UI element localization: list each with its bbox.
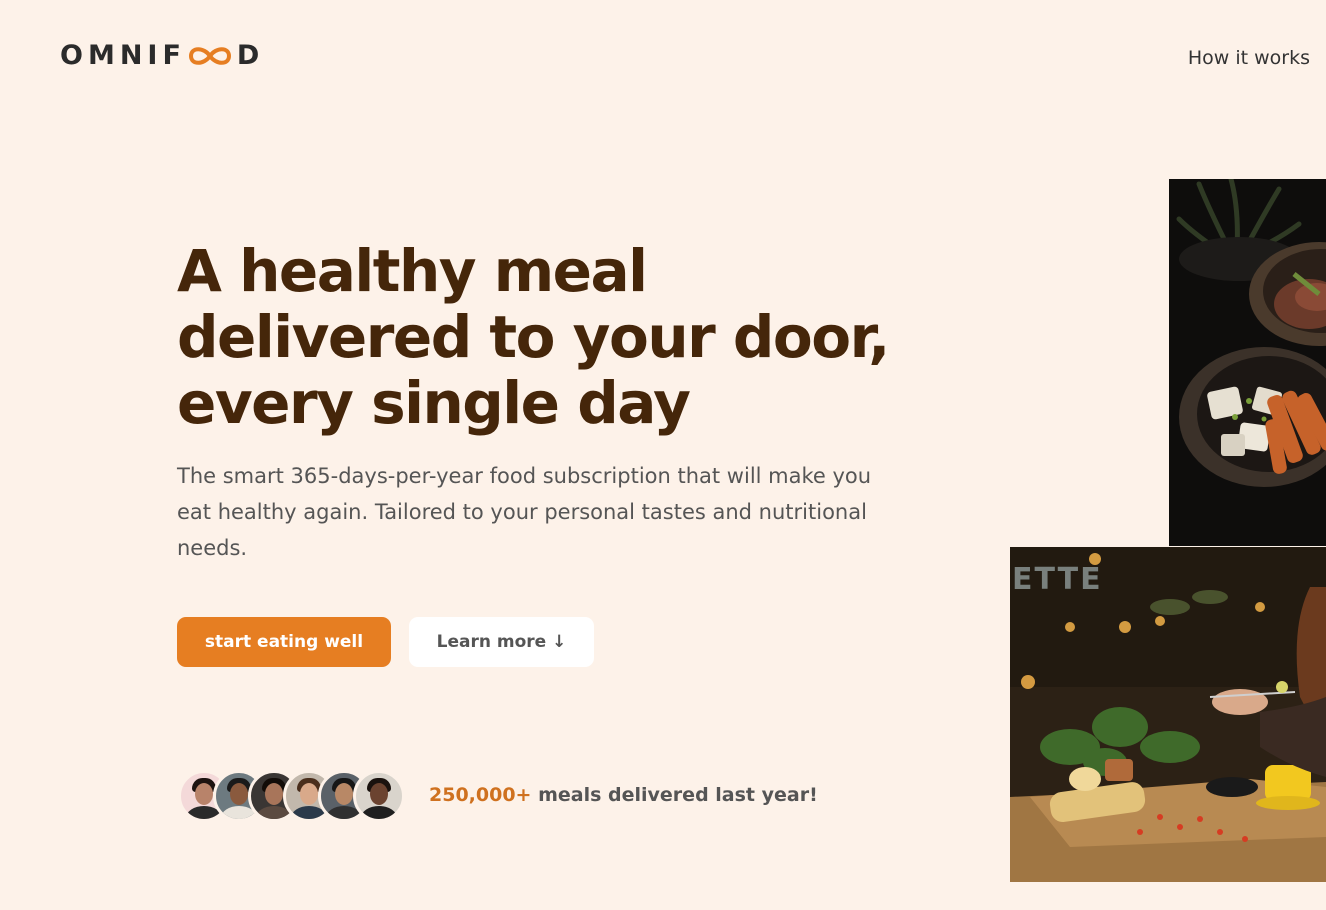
meals-delivered-text: 250,000+ meals delivered last year! [429, 784, 818, 806]
hero-title-line-3: every single day [177, 369, 691, 437]
meals-delivered-label: meals delivered last year! [531, 784, 818, 806]
food-bowls-photo [1169, 179, 1326, 546]
site-header: OMNIF D How it works [0, 0, 1326, 118]
logo-text-start: OMNIF [60, 40, 186, 71]
learn-more-button[interactable]: Learn more ↓ [409, 617, 594, 667]
meals-delivered-count: 250,000+ [429, 784, 532, 806]
hero-title-line-2: delivered to your door, [177, 303, 890, 371]
start-eating-well-button[interactable]: start eating well [177, 617, 391, 667]
page: OMNIF D How it works A healthy meal deli… [0, 0, 1326, 910]
nav-how-it-works[interactable]: How it works [1188, 47, 1310, 69]
hero-title: A healthy meal delivered to your door, e… [177, 238, 937, 436]
logo-text-end: D [236, 40, 265, 71]
hero-title-line-1: A healthy meal [177, 237, 648, 305]
svg-text:ETTE: ETTE [1012, 562, 1103, 597]
avatar [353, 770, 405, 822]
hero-description: The smart 365-days-per-year food subscri… [177, 464, 872, 560]
logo[interactable]: OMNIF D [60, 40, 264, 71]
infinity-icon [188, 46, 231, 65]
customer-avatars [178, 770, 405, 822]
restaurant-dining-photo: ETTE [1010, 547, 1326, 882]
